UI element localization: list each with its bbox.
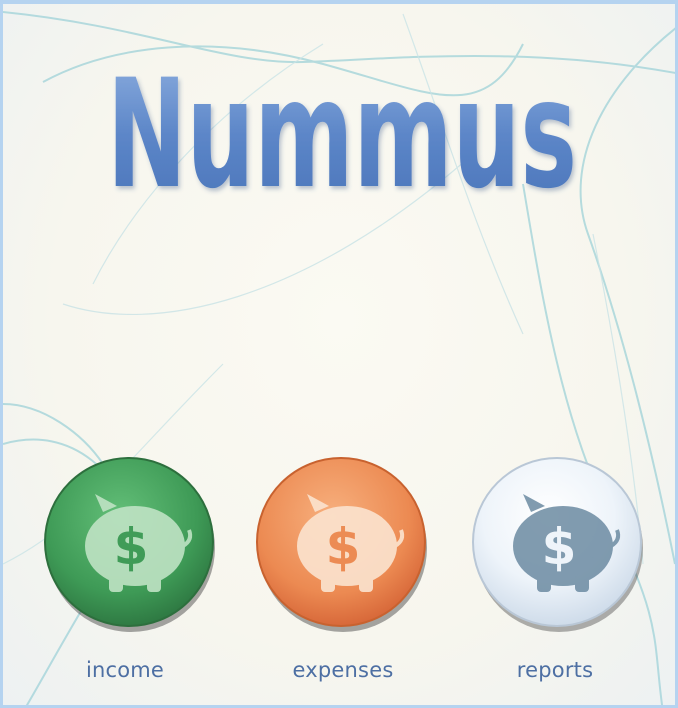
nummus-logo: Nummus bbox=[107, 48, 577, 222]
svg-text:$: $ bbox=[542, 518, 577, 576]
income-button[interactable]: $ bbox=[43, 454, 219, 634]
home-screen: Nummus $ income $ expenses $ reports bbox=[0, 0, 678, 708]
reports-button[interactable]: $ bbox=[471, 454, 647, 634]
expenses-label[interactable]: expenses bbox=[243, 658, 443, 682]
logo-text: Nummus bbox=[107, 48, 577, 222]
svg-text:$: $ bbox=[114, 518, 149, 576]
income-label[interactable]: income bbox=[25, 658, 225, 682]
expenses-button[interactable]: $ bbox=[255, 454, 431, 634]
svg-text:$: $ bbox=[326, 518, 361, 576]
reports-label[interactable]: reports bbox=[455, 658, 655, 682]
